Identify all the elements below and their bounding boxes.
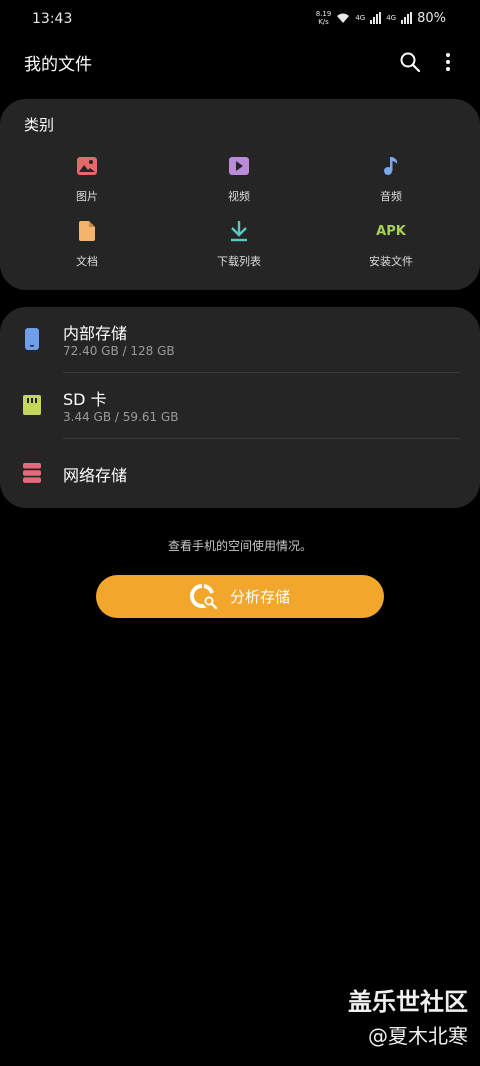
search-icon <box>400 52 421 73</box>
storage-hint: 查看手机的空间使用情况。 <box>167 539 312 553</box>
storage-title: 内部存储 <box>63 324 128 343</box>
watermark-author: @夏木北寒 <box>368 1024 468 1048</box>
video-icon <box>227 154 251 178</box>
storage-usage: 72.40 GB / 128 GB <box>63 344 175 358</box>
analyze-storage-button[interactable]: 分析存储 <box>96 575 384 618</box>
signal-icon <box>370 12 382 24</box>
network-speed-value: 8.19 <box>315 10 332 18</box>
analyze-storage-icon <box>190 583 218 609</box>
storage-network[interactable]: 网络存储 <box>0 441 480 505</box>
category-downloads[interactable]: 下载列表 <box>179 219 299 279</box>
wifi-icon <box>337 13 350 23</box>
storage-internal[interactable]: 内部存储 72.40 GB / 128 GB <box>0 307 480 371</box>
server-icon <box>22 462 42 484</box>
more-vertical-icon <box>446 53 450 71</box>
category-label: 视频 <box>228 190 250 203</box>
more-options-button[interactable] <box>434 48 462 76</box>
watermark-community: 盖乐世社区 <box>348 988 468 1016</box>
battery-level: 80% <box>417 10 446 26</box>
status-icons: 8.19 K/s 4G 4G 80% <box>316 10 446 26</box>
sd-card-icon <box>22 394 42 416</box>
sim1-network-type: 4G <box>355 14 366 22</box>
network-speed-unit: K/s <box>318 18 329 26</box>
network-speed: 8.19 K/s <box>316 10 332 26</box>
category-label: 图片 <box>76 190 98 203</box>
category-apk[interactable]: APK 安装文件 <box>331 219 451 279</box>
search-button[interactable] <box>396 48 424 76</box>
category-label: 下载列表 <box>217 255 261 268</box>
category-label: 文档 <box>76 255 98 268</box>
categories-title: 类别 <box>24 116 55 134</box>
app-header: 我的文件 <box>0 40 480 80</box>
signal-icon-2 <box>401 12 413 24</box>
category-documents[interactable]: 文档 <box>27 219 147 279</box>
categories-card: 类别 图片 视频 音频 文档 下载列表 APK 安装文件 <box>0 99 480 290</box>
storage-title: SD 卡 <box>63 390 107 409</box>
storage-title: 网络存储 <box>63 466 128 485</box>
divider <box>63 438 460 439</box>
category-audio[interactable]: 音频 <box>331 154 451 214</box>
storage-card: 内部存储 72.40 GB / 128 GB SD 卡 3.44 GB / 59… <box>0 307 480 508</box>
storage-usage: 3.44 GB / 59.61 GB <box>63 410 179 424</box>
document-icon <box>75 219 99 243</box>
category-images[interactable]: 图片 <box>27 154 147 214</box>
status-time: 13:43 <box>32 11 73 27</box>
page-title: 我的文件 <box>24 55 92 75</box>
image-icon <box>75 154 99 178</box>
category-label: 安装文件 <box>369 255 413 268</box>
storage-sd-card[interactable]: SD 卡 3.44 GB / 59.61 GB <box>0 373 480 437</box>
category-videos[interactable]: 视频 <box>179 154 299 214</box>
music-icon <box>379 154 403 178</box>
apk-icon: APK <box>376 223 406 239</box>
analyze-storage-label: 分析存储 <box>229 588 290 606</box>
sim2-network-type: 4G <box>386 14 397 22</box>
download-icon <box>227 219 251 243</box>
status-bar: 13:43 8.19 K/s 4G 4G 80% <box>0 0 480 40</box>
category-label: 音频 <box>380 190 402 203</box>
phone-icon <box>22 328 42 350</box>
